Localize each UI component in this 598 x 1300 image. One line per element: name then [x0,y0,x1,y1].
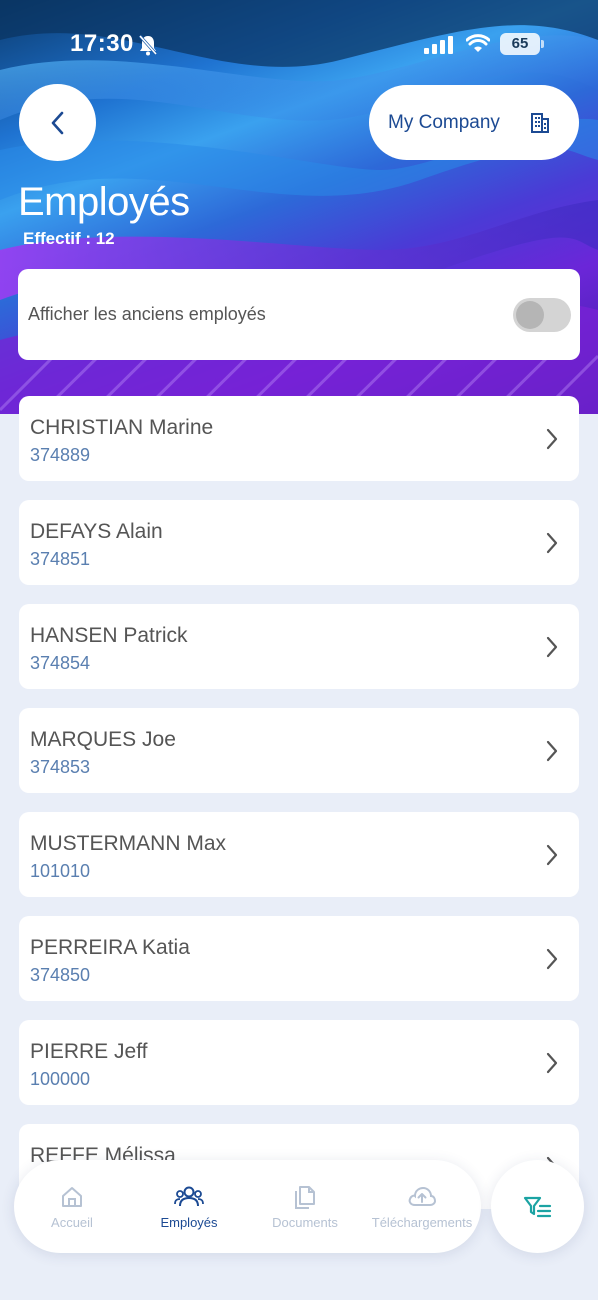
former-employees-card: Afficher les anciens employés [18,269,580,360]
back-button[interactable] [19,84,96,161]
tab-telechargements[interactable]: Téléchargements [364,1160,480,1253]
employee-row[interactable]: MARQUES Joe 374853 [19,708,579,793]
employee-number: 101010 [30,861,91,881]
employee-name: MARQUES Joe [30,728,176,751]
employee-number: 100000 [30,1069,91,1089]
chevron-right-icon [546,948,558,970]
employee-name: PIERRE Jeff [30,1040,148,1063]
chevron-right-icon [546,428,558,450]
tab-label: Téléchargements [371,1215,473,1230]
employee-number: 374851 [30,549,91,569]
employee-name: DEFAYS Alain [30,520,163,543]
employee-row[interactable]: MUSTERMANN Max 101010 [19,812,579,897]
bell-muted-icon [138,34,158,61]
former-employees-label: Afficher les anciens employés [28,304,266,324]
company-label: My Company [388,111,500,133]
filter-button[interactable] [491,1160,584,1253]
company-selector-button[interactable]: My Company [369,85,579,160]
employee-name: PERREIRA Katia [30,936,190,959]
building-icon [529,112,551,140]
chevron-right-icon [546,636,558,658]
employee-row[interactable]: PERREIRA Katia 374850 [19,916,579,1001]
employee-row[interactable]: DEFAYS Alain 374851 [19,500,579,585]
status-time: 17:30 [70,30,134,57]
toggle-knob [516,301,544,329]
tab-documents[interactable]: Documents [247,1160,363,1253]
tab-label: Accueil [51,1215,93,1230]
home-icon [62,1187,82,1207]
employee-number: 374854 [30,653,91,673]
employee-row[interactable]: HANSEN Patrick 374854 [19,604,579,689]
chevron-right-icon [546,740,558,762]
former-employees-toggle[interactable] [513,298,571,332]
headcount-label: Effectif : 12 [23,229,115,248]
employee-name: MUSTERMANN Max [30,832,227,855]
employee-name: CHRISTIAN Marine [30,416,214,439]
chevron-left-icon [51,111,63,134]
cloud-upload-icon [408,1186,437,1206]
wifi-icon [465,34,491,59]
bottom-tab-bar: Accueil Employés Documents Téléchargemen… [14,1160,481,1253]
page-title: Employés [18,180,190,224]
tab-accueil[interactable]: Accueil [14,1160,130,1253]
tab-label: Employés [160,1215,218,1230]
status-bar: 17:30 65 [0,28,598,62]
employee-number: 374853 [30,757,91,777]
employee-row[interactable]: PIERRE Jeff 100000 [19,1020,579,1105]
employee-number: 374889 [30,445,91,465]
employee-row[interactable]: CHRISTIAN Marine 374889 [19,396,579,481]
employee-name: HANSEN Patrick [30,624,188,647]
employee-number: 374850 [30,965,91,985]
filter-list-icon [523,1196,551,1217]
battery-indicator: 65 [500,33,544,55]
chevron-right-icon [546,844,558,866]
chevron-right-icon [546,532,558,554]
people-icon [174,1186,204,1207]
documents-icon [295,1186,315,1209]
signal-icon [424,36,454,59]
tab-label: Documents [272,1215,338,1230]
chevron-right-icon [546,1052,558,1074]
tab-employes[interactable]: Employés [131,1160,247,1253]
